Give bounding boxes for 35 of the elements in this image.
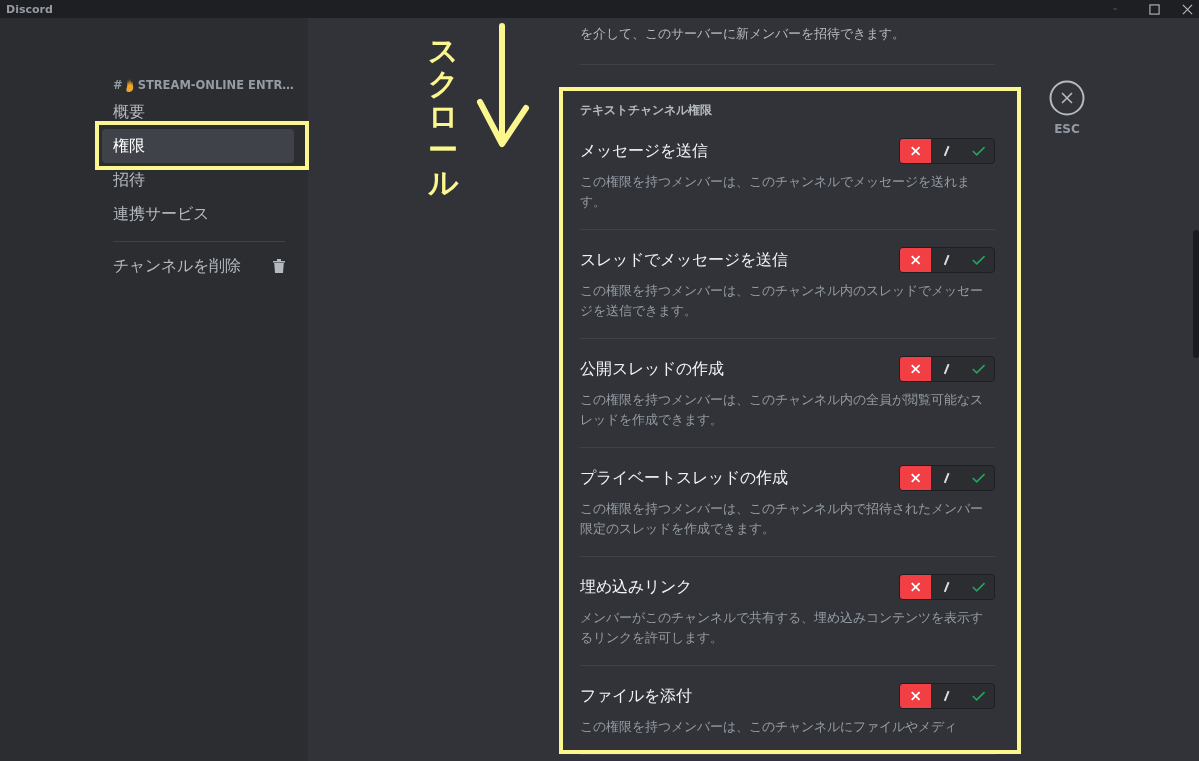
channel-name: STREAM-ONLINE ENTR…	[137, 78, 294, 92]
permission-title: プライベートスレッドの作成	[580, 467, 788, 489]
close-icon[interactable]	[1049, 80, 1085, 116]
permission-title: 公開スレッドの作成	[580, 358, 724, 380]
nav-item[interactable]: 招待	[102, 163, 294, 197]
deny-option[interactable]	[900, 575, 932, 599]
permission-description: この権限を持つメンバーは、このチャンネル内で招待されたメンバー限定のスレッドを作成できます。	[580, 500, 984, 538]
window-title: Discord	[6, 2, 54, 16]
permission-title: スレッドでメッセージを送信	[580, 249, 788, 271]
maximize-icon[interactable]	[1149, 3, 1160, 15]
delete-channel-link[interactable]: チャンネルを削除	[113, 255, 241, 277]
esc-label: ESC	[1054, 122, 1080, 136]
permission-title: メッセージを送信	[580, 140, 708, 162]
nav-item[interactable]: 連携サービス	[102, 197, 294, 231]
deny-option[interactable]	[900, 684, 932, 708]
permission-description: この権限を持つメンバーは、このチャンネル内の全員が閲覧可能なスレッドを作成できます。	[580, 391, 984, 429]
nav-item[interactable]: 権限	[102, 129, 294, 163]
trash-icon[interactable]	[273, 259, 285, 273]
deny-option[interactable]	[900, 139, 932, 163]
permission-description: この権限を持つメンバーは、このチャンネルでメッセージを送れます。	[580, 173, 971, 211]
section-heading: テキストチャンネル権限	[580, 103, 713, 118]
handwritten-note: スクロール	[428, 34, 458, 199]
deny-option[interactable]	[900, 466, 932, 490]
nav-item[interactable]: 概要	[102, 95, 294, 129]
invite-description: を介して、このサーバーに新メンバーを招待できます。	[580, 24, 995, 65]
close-icon[interactable]	[1182, 3, 1193, 15]
permission-title: 埋め込みリンク	[580, 576, 692, 598]
deny-option[interactable]	[900, 357, 932, 381]
permission-description: この権限を持つメンバーは、このチャンネルにファイルやメディ	[580, 718, 958, 736]
permission-description: この権限を持つメンバーは、このチャンネル内のスレッドでメッセージを送信できます。	[580, 282, 984, 320]
permission-title: ファイルを添付	[580, 685, 692, 707]
hash-symbol: #	[113, 78, 123, 92]
deny-option[interactable]	[900, 248, 932, 272]
permission-description: メンバーがこのチャンネルで共有する、埋め込みコンテンツを表示するリンクを許可します。	[580, 609, 984, 647]
scrollbar-thumb[interactable]	[1193, 230, 1199, 358]
